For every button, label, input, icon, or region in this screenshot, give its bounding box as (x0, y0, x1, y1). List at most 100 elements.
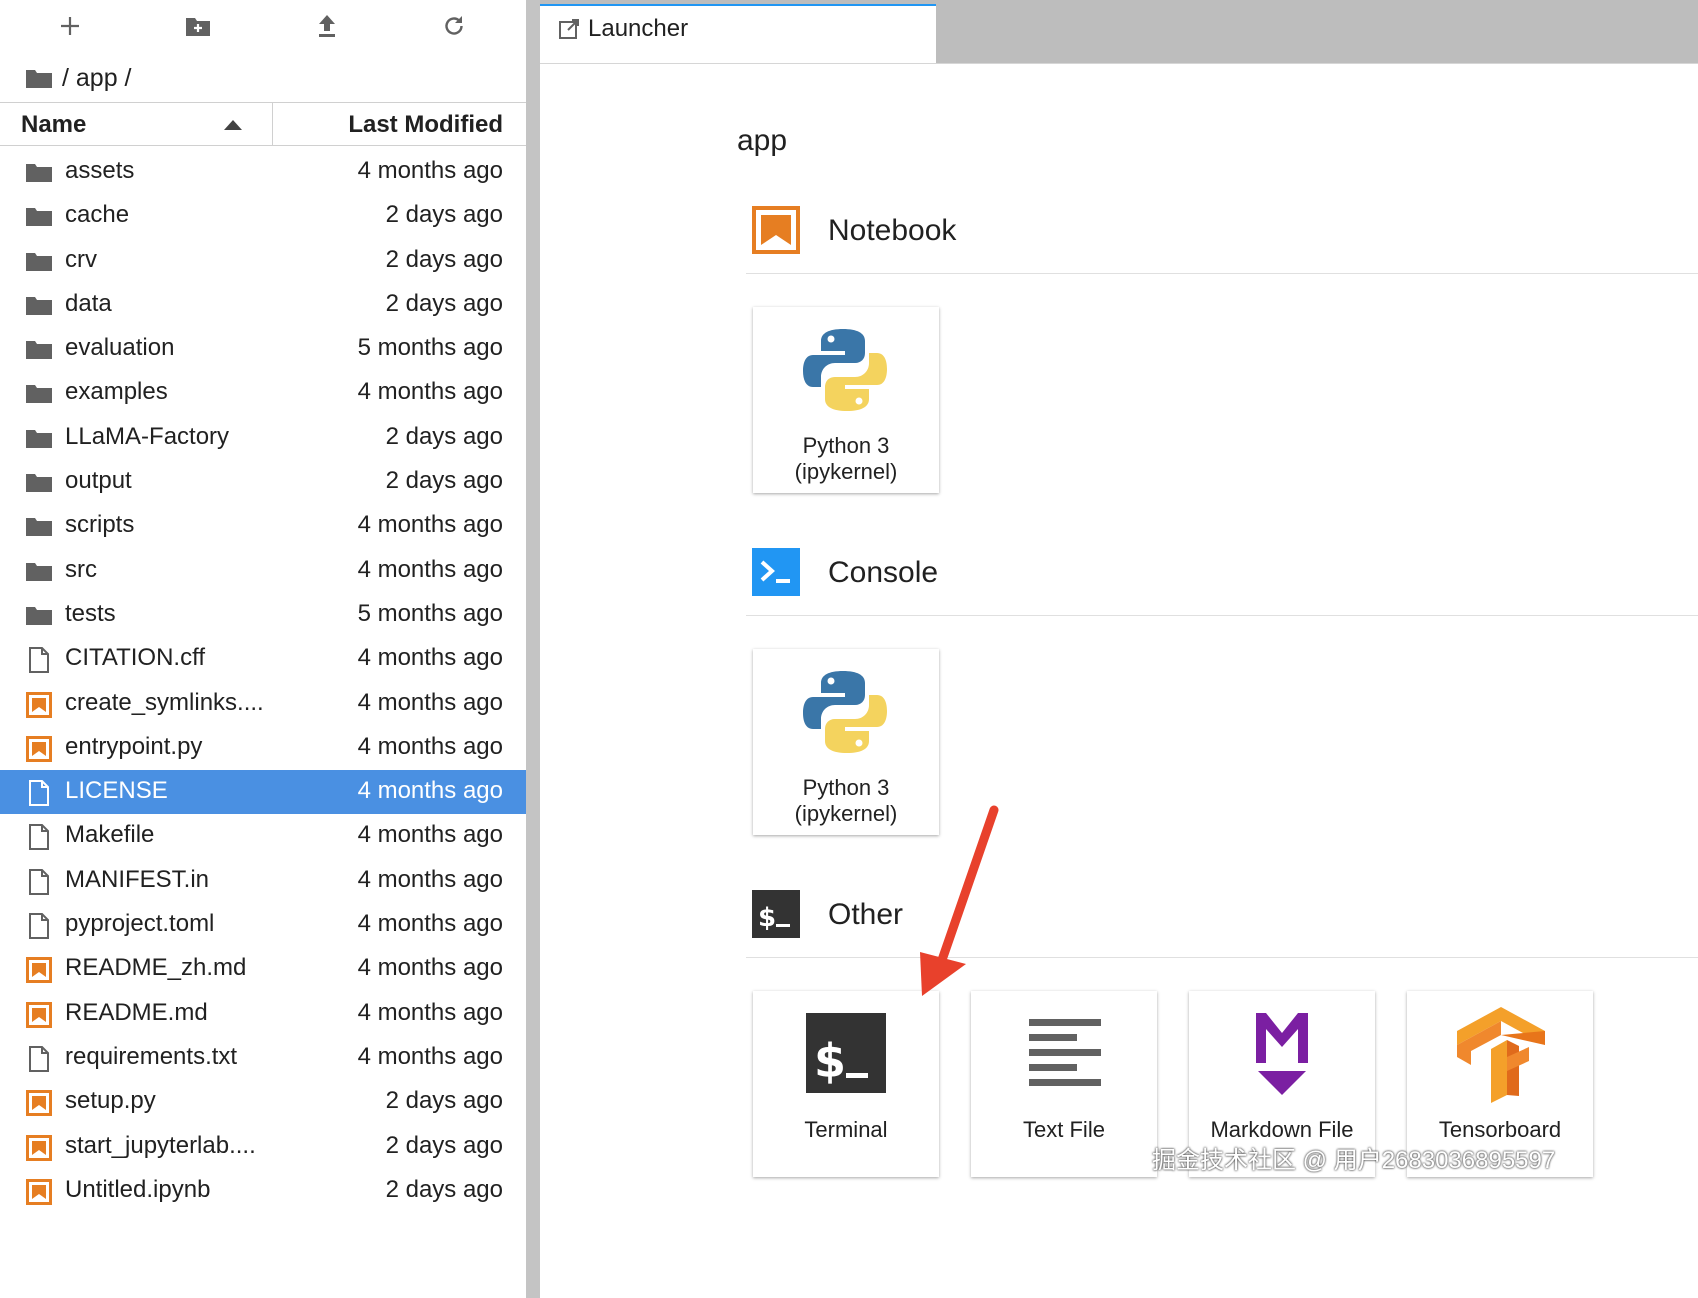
file-modified: 4 months ago (357, 511, 503, 539)
script-file-icon (26, 1178, 52, 1205)
launch-icon (559, 19, 579, 39)
file-icon (26, 868, 52, 895)
file-name: output (65, 467, 132, 495)
file-name: create_symlinks.... (65, 688, 264, 716)
console-icon (752, 548, 800, 596)
file-name: pyproject.toml (65, 910, 215, 938)
file-row[interactable]: assets 4 months ago (0, 150, 526, 194)
file-browser-panel: / app / Name Last Modified assets 4 month… (0, 0, 526, 1298)
file-row[interactable]: start_jupyterlab.... 2 days ago (0, 1125, 526, 1169)
file-row[interactable]: src 4 months ago (0, 549, 526, 593)
column-header-name[interactable]: Name (0, 103, 273, 145)
file-icon (26, 1045, 52, 1072)
file-row[interactable]: data 2 days ago (0, 283, 526, 327)
file-name: src (65, 555, 97, 583)
refresh-button[interactable] (434, 8, 474, 44)
file-row[interactable]: MANIFEST.in 4 months ago (0, 859, 526, 903)
file-name: README.md (65, 998, 208, 1026)
terminal-icon: $ (806, 1013, 886, 1093)
file-row[interactable]: CITATION.cff 4 months ago (0, 637, 526, 681)
file-icon (26, 780, 52, 807)
file-name: Makefile (65, 821, 155, 849)
file-name: data (65, 289, 112, 317)
python-icon (803, 671, 887, 753)
file-row[interactable]: evaluation 5 months ago (0, 327, 526, 371)
file-modified: 5 months ago (357, 334, 503, 362)
file-row[interactable]: README.md 4 months ago (0, 992, 526, 1036)
file-row[interactable]: README_zh.md 4 months ago (0, 947, 526, 991)
upload-button[interactable] (307, 8, 347, 44)
section-title-other: Other (828, 898, 904, 931)
file-row[interactable]: Makefile 4 months ago (0, 814, 526, 858)
breadcrumb[interactable]: / app / (26, 60, 132, 96)
file-row[interactable]: tests 5 months ago (0, 593, 526, 637)
script-file-icon (26, 1134, 52, 1161)
file-modified: 4 months ago (357, 821, 503, 849)
file-name: cache (65, 201, 130, 229)
text-file-card[interactable]: Text File (971, 991, 1157, 1177)
column-modified-label[interactable]: Last Modified (348, 111, 503, 139)
script-file-icon (26, 691, 52, 718)
file-modified: 4 months ago (357, 555, 503, 583)
plus-icon (61, 17, 79, 35)
file-modified: 4 months ago (357, 865, 503, 893)
new-folder-button[interactable] (178, 8, 218, 44)
file-row[interactable]: LLaMA-Factory 2 days ago (0, 416, 526, 460)
folder-icon (26, 426, 52, 452)
file-icon (26, 647, 52, 674)
file-row[interactable]: Untitled.ipynb 2 days ago (0, 1169, 526, 1213)
file-modified: 4 months ago (357, 732, 503, 760)
file-row[interactable]: LICENSE 4 months ago (0, 770, 526, 815)
file-icon (26, 913, 52, 940)
file-row[interactable]: scripts 4 months ago (0, 504, 526, 548)
file-row[interactable]: output 2 days ago (0, 460, 526, 504)
folder-icon (26, 559, 52, 585)
launcher-panel: app Notebook Python 3 (ipykernel) Consol… (540, 64, 1698, 1298)
launcher-cwd: app (737, 124, 788, 157)
text-file-icon (1029, 1019, 1101, 1086)
notebook-python3-card[interactable]: Python 3 (ipykernel) (753, 307, 939, 493)
tab-launcher[interactable]: Launcher (540, 4, 936, 64)
file-name: Untitled.ipynb (65, 1175, 211, 1203)
sort-ascending-icon (224, 120, 242, 130)
file-modified: 4 months ago (357, 777, 503, 805)
card-label-line1: Python 3 (802, 433, 890, 458)
file-name: evaluation (65, 334, 175, 362)
file-name: requirements.txt (65, 1042, 238, 1070)
file-row[interactable]: examples 4 months ago (0, 371, 526, 415)
file-modified: 2 days ago (385, 1175, 503, 1203)
file-row[interactable]: entrypoint.py 4 months ago (0, 726, 526, 770)
svg-text:$: $ (758, 903, 776, 933)
file-modified: 2 days ago (385, 289, 503, 317)
file-name: assets (65, 157, 135, 184)
file-row[interactable]: create_symlinks.... 4 months ago (0, 682, 526, 726)
svg-text:$: $ (814, 1034, 846, 1088)
terminal-card[interactable]: $ Terminal (753, 991, 939, 1177)
section-divider (746, 273, 1698, 274)
file-name: scripts (65, 511, 135, 539)
file-modified: 2 days ago (385, 245, 503, 273)
file-modified: 4 months ago (357, 910, 503, 938)
file-row[interactable]: setup.py 2 days ago (0, 1080, 526, 1124)
script-file-icon (26, 1001, 52, 1028)
folder-icon (26, 470, 52, 496)
file-modified: 2 days ago (385, 201, 503, 229)
folder-icon (26, 603, 52, 629)
file-row[interactable]: requirements.txt 4 months ago (0, 1036, 526, 1080)
file-row[interactable]: cache 2 days ago (0, 194, 526, 238)
panel-splitter[interactable] (526, 0, 540, 1298)
folder-icon (26, 337, 52, 363)
file-modified: 4 months ago (357, 998, 503, 1026)
file-modified: 4 months ago (357, 1042, 503, 1070)
new-launcher-button[interactable] (50, 8, 90, 44)
file-modified: 4 months ago (357, 157, 503, 184)
file-modified: 4 months ago (357, 688, 503, 716)
breadcrumb-path[interactable]: / app / (62, 64, 132, 93)
file-modified: 2 days ago (385, 1131, 503, 1159)
file-row[interactable]: pyproject.toml 4 months ago (0, 903, 526, 947)
terminal-icon: $ (752, 890, 800, 938)
listing-header: Name Last Modified (0, 102, 526, 146)
markdown-icon (1256, 1013, 1308, 1095)
folder-icon (26, 249, 52, 275)
file-row[interactable]: crv 2 days ago (0, 239, 526, 283)
